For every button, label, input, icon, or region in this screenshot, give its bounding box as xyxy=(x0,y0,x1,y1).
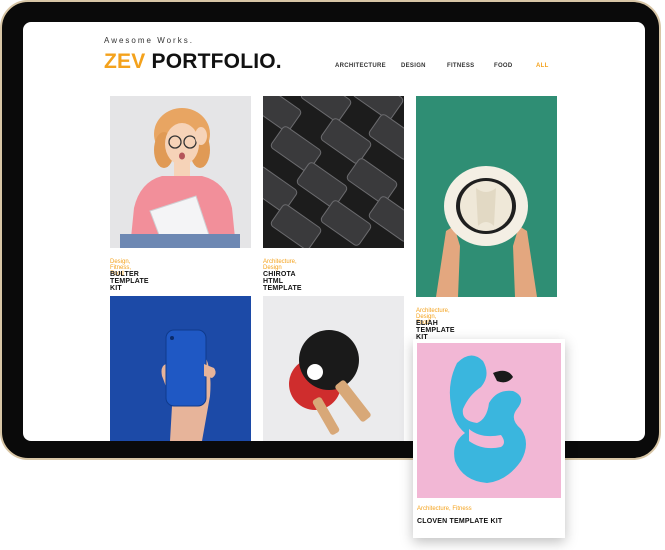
card-categories[interactable]: Architecture, Fitness xyxy=(417,506,472,512)
portfolio-image-ping-pong[interactable] xyxy=(263,296,404,441)
portfolio-image-blue-shape[interactable] xyxy=(417,343,561,498)
filter-food[interactable]: FOOD xyxy=(494,63,536,69)
filter-fitness[interactable]: FITNESS xyxy=(447,63,494,69)
phones-pattern-illustration xyxy=(263,96,404,248)
portfolio-image-blue-phone[interactable] xyxy=(110,296,251,441)
logo-accent: ZEV xyxy=(104,50,146,73)
card-title[interactable]: CHIROTA HTML TEMPLATE xyxy=(263,271,302,292)
site-logo[interactable]: ZEV PORTFOLIO. xyxy=(104,50,282,74)
filter-design[interactable]: DESIGN xyxy=(401,63,447,69)
hand-phone-illustration xyxy=(110,296,251,441)
card-title[interactable]: CLOVEN TEMPLATE KIT xyxy=(417,518,502,525)
logo-main: PORTFOLIO. xyxy=(151,50,282,73)
portfolio-image-hat[interactable] xyxy=(416,96,557,297)
blue-shape-illustration xyxy=(417,343,561,498)
hat-illustration xyxy=(416,96,557,297)
card-title[interactable]: ELIAH TEMPLATE KIT xyxy=(416,320,455,341)
tagline: Awesome Works. xyxy=(104,36,194,45)
portfolio-card-featured[interactable]: Architecture, Fitness CLOVEN TEMPLATE KI… xyxy=(413,339,565,538)
card-categories[interactable]: Architecture, Design xyxy=(263,259,297,271)
portfolio-image-woman-laptop[interactable] xyxy=(110,96,251,248)
filter-architecture[interactable]: ARCHITECTURE xyxy=(335,63,401,69)
filter-all[interactable]: ALL xyxy=(536,63,549,69)
card-title[interactable]: BULTER TEMPLATE KIT xyxy=(110,271,149,292)
portfolio-filter-nav: ARCHITECTURE DESIGN FITNESS FOOD ALL xyxy=(335,63,549,69)
portfolio-image-phones[interactable] xyxy=(263,96,404,248)
woman-with-laptop-illustration xyxy=(110,96,251,248)
ping-pong-paddles-illustration xyxy=(263,296,404,441)
